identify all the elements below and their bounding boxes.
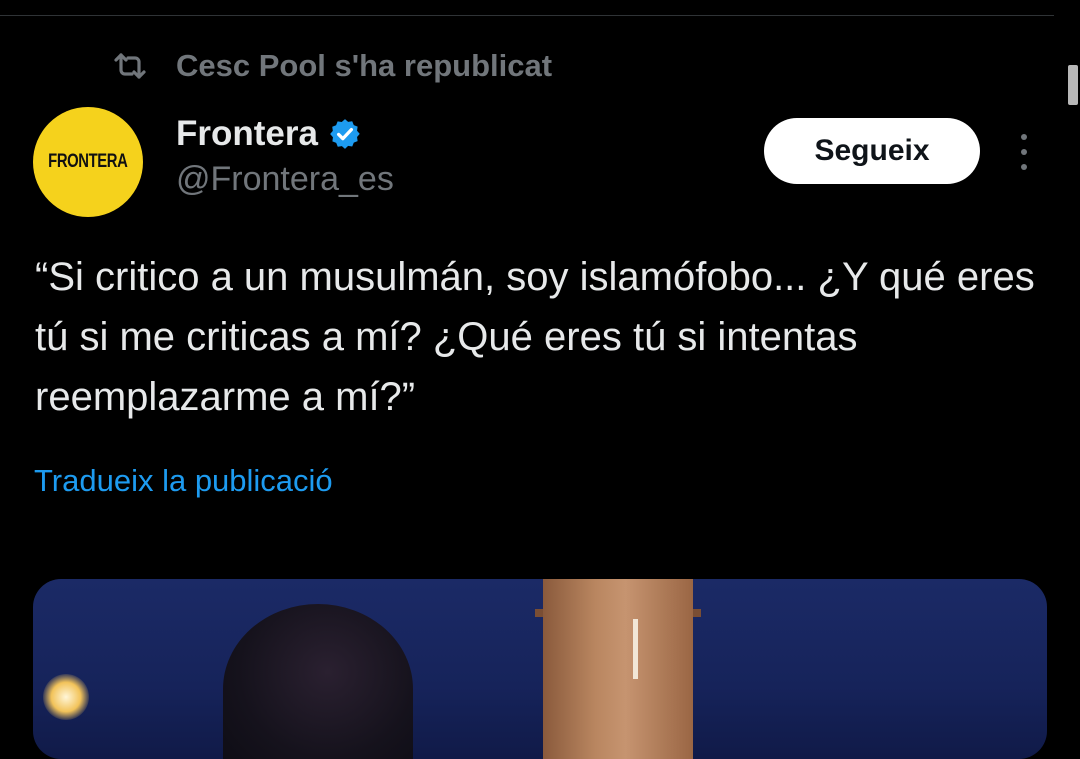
more-dot xyxy=(1021,149,1027,155)
translate-link[interactable]: Tradueix la publicació xyxy=(34,463,333,499)
repost-icon xyxy=(112,51,148,81)
more-dot xyxy=(1021,134,1027,140)
top-divider xyxy=(0,15,1054,16)
author-handle[interactable]: @Frontera_es xyxy=(176,160,394,199)
follow-button[interactable]: Segueix xyxy=(764,118,980,184)
more-dot xyxy=(1021,164,1027,170)
silhouette-figure xyxy=(223,604,413,759)
more-vertical-icon[interactable] xyxy=(1012,134,1036,170)
street-lamp-glow xyxy=(43,674,89,720)
repost-indicator[interactable]: Cesc Pool s'ha republicat xyxy=(112,44,552,88)
scrollbar-thumb[interactable] xyxy=(1068,65,1078,105)
avatar-logo-text: FRONTERA xyxy=(48,151,128,172)
brick-tower xyxy=(543,579,693,759)
author-name-row[interactable]: Frontera xyxy=(176,110,362,158)
tweet-media-image[interactable] xyxy=(33,579,1047,759)
verified-badge-icon xyxy=(328,117,362,151)
avatar[interactable]: FRONTERA xyxy=(33,107,143,217)
author-display-name[interactable]: Frontera xyxy=(176,114,318,154)
repost-text: Cesc Pool s'ha republicat xyxy=(176,48,553,83)
tweet-text: “Si critico a un musulmán, soy islamófob… xyxy=(35,255,1035,419)
tower-window xyxy=(633,619,638,679)
